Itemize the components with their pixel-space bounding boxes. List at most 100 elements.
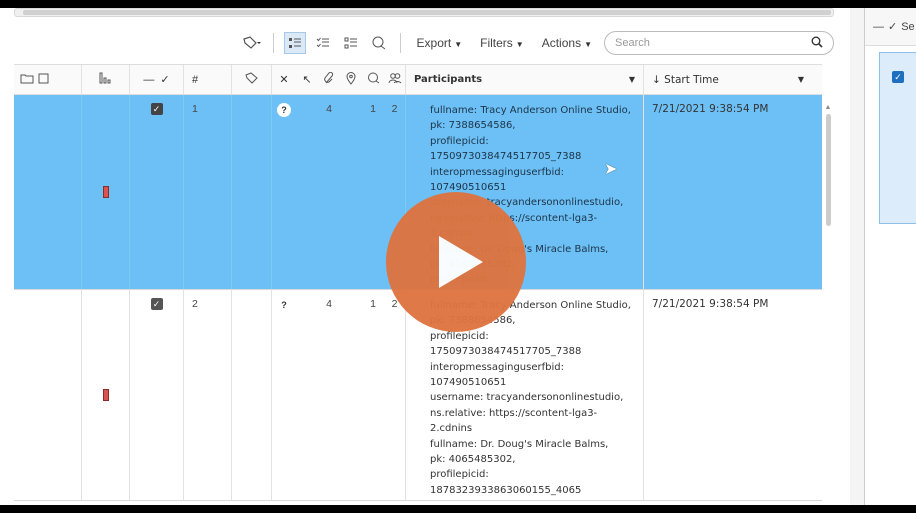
file-icon: [38, 73, 49, 87]
participants-column-header[interactable]: Participants ▼: [406, 65, 644, 94]
sort-down-icon: ↓: [652, 73, 661, 86]
messages-count: 1: [370, 298, 376, 310]
number-column-header[interactable]: #: [184, 65, 232, 94]
deleted-cell: ?: [272, 290, 296, 500]
export-label: Export: [416, 36, 452, 50]
vertical-scrollbar[interactable]: ▲: [822, 104, 834, 505]
actions-menu[interactable]: Actions ▼: [536, 36, 598, 50]
check-cell: ✓: [130, 290, 184, 500]
check-cell: ✓: [130, 95, 184, 289]
chat-bubble-icon[interactable]: [368, 32, 390, 54]
location-cell: [340, 290, 362, 500]
grid-toolbar: Export ▼ Filters ▼ Actions ▼ Search: [14, 28, 834, 58]
participants-count-cell: 2: [384, 290, 406, 500]
deleted-column-header[interactable]: ✕: [272, 65, 296, 94]
toolbar-separator: [399, 33, 401, 53]
tag-icon: [244, 72, 259, 87]
chat-bubble-icon: [367, 72, 380, 87]
check-column-header[interactable]: — ✓: [130, 65, 184, 94]
app-frame: Export ▼ Filters ▼ Actions ▼ Search — ✓ #: [0, 8, 916, 505]
folder-icon: [20, 73, 34, 87]
caret-down-icon: ▼: [584, 40, 592, 49]
mouse-cursor-icon: ➤: [604, 161, 618, 178]
participants-count: 2: [391, 103, 398, 115]
folder-cell: [14, 95, 82, 289]
row-checkbox[interactable]: ✓: [150, 298, 163, 310]
flag-cell: [82, 290, 130, 500]
caret-down-icon[interactable]: ▼: [629, 75, 635, 84]
collapse-icon[interactable]: —: [873, 21, 884, 33]
number-cell: 2: [184, 290, 232, 500]
messages-cell: 1: [362, 290, 384, 500]
toolbar-separator: [272, 33, 274, 53]
checklist-icon[interactable]: [312, 32, 334, 54]
tag-dropdown-icon[interactable]: [241, 32, 263, 54]
location-column-header[interactable]: [340, 65, 362, 94]
right-panel-header: — ✓ Se: [865, 8, 916, 46]
search-icon[interactable]: [811, 36, 823, 51]
reply-column-header[interactable]: ↖: [296, 65, 318, 94]
attachment-column-header[interactable]: [318, 65, 340, 94]
row-checkbox[interactable]: ✓: [150, 103, 163, 115]
actions-label: Actions: [541, 36, 582, 50]
bar-chart-icon: [99, 72, 113, 87]
participants-count-column-header[interactable]: [384, 65, 406, 94]
deleted-cell: ?: [272, 95, 296, 289]
caret-down-icon[interactable]: ▼: [798, 75, 804, 84]
start-time-header-label: Start Time: [664, 73, 719, 86]
tag-cell: [232, 95, 272, 289]
start-time-column-header[interactable]: ↓ Start Time ▼: [644, 65, 812, 94]
filters-menu[interactable]: Filters ▼: [474, 36, 530, 50]
panel-checkbox[interactable]: ✓: [892, 71, 904, 83]
scrollbar-thumb[interactable]: [23, 10, 831, 15]
bar-chart-column-header[interactable]: [82, 65, 130, 94]
unchecked-list-icon[interactable]: [340, 32, 362, 54]
grid-header: — ✓ # ✕ ↖ Participants ▼ ↓ Start Time ▼: [14, 65, 822, 95]
paperclip-icon: [323, 71, 335, 88]
right-panel-card[interactable]: ✓: [879, 52, 916, 224]
checkmark-icon: ✓: [888, 21, 898, 33]
location-cell: [340, 95, 362, 289]
folder-cell: [14, 290, 82, 500]
unknown-status-icon: ?: [281, 300, 287, 310]
location-pin-icon: [346, 71, 356, 88]
number-header-label: #: [192, 73, 199, 86]
caret-down-icon: ▼: [515, 40, 524, 49]
tag-cell: [232, 290, 272, 500]
table-row[interactable]: ✓ 2 ? 4 1 2 fullname: Tracy Anderson Onl…: [14, 290, 822, 501]
tag-column-header[interactable]: [232, 65, 272, 94]
scroll-up-icon[interactable]: ▲: [822, 104, 834, 114]
checked-list-icon[interactable]: [283, 32, 306, 54]
attachment-cell: 4: [318, 290, 340, 500]
scrollbar-thumb[interactable]: [826, 114, 831, 226]
caret-down-icon: ▼: [454, 40, 463, 49]
start-time-cell: 7/21/2021 9:38:54 PM: [652, 298, 769, 310]
play-icon: [439, 236, 483, 288]
horizontal-scrollbar[interactable]: [14, 8, 834, 17]
attachments-count: 4: [326, 103, 332, 115]
panel-divider: [850, 8, 864, 505]
participants-header-label: Participants: [414, 74, 483, 85]
reply-cell: [296, 290, 318, 500]
messages-column-header[interactable]: [362, 65, 384, 94]
red-flag-icon: [102, 186, 109, 198]
attachments-count: 4: [326, 298, 332, 310]
right-side-panel: — ✓ Se ✓: [864, 8, 916, 505]
flag-cell: [82, 95, 130, 289]
number-cell: 1: [184, 95, 232, 289]
row-number: 2: [192, 298, 198, 310]
filters-label: Filters: [480, 36, 513, 50]
attachment-cell: 4: [318, 95, 340, 289]
checkmark-icon: ✓: [160, 74, 170, 86]
close-icon: ✕: [279, 74, 289, 86]
start-time-cell: 7/21/2021 9:38:54 PM: [652, 103, 769, 115]
right-panel-label: Se: [901, 20, 915, 33]
arrow-up-left-icon: ↖: [302, 74, 312, 86]
search-input[interactable]: Search: [604, 31, 834, 55]
folder-column-header[interactable]: [14, 65, 82, 94]
messages-cell: 1: [362, 95, 384, 289]
export-menu[interactable]: Export ▼: [411, 36, 469, 50]
messages-count: 1: [370, 103, 376, 115]
video-play-button[interactable]: [386, 192, 526, 332]
unknown-status-icon: ?: [277, 103, 291, 117]
